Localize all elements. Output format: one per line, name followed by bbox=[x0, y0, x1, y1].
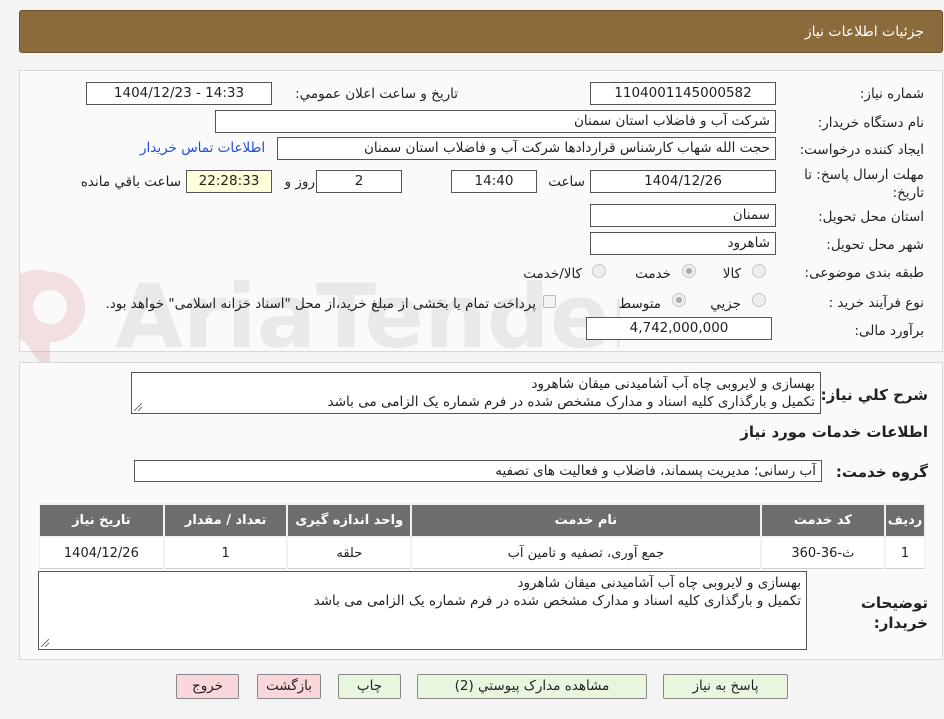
cell-unit: حلقه bbox=[286, 536, 413, 569]
buyer-org-field: شرکت آب و فاضلاب استان سمنان bbox=[215, 110, 776, 133]
deadline-date-field: 1404/12/26 bbox=[590, 170, 776, 193]
announce-datetime-field: 1404/12/23 - 14:33 bbox=[86, 82, 272, 105]
requester-field: حجت الله شهاب کارشناس قراردادها شرکت آب … bbox=[277, 137, 776, 160]
summary-textarea[interactable]: بهسازی و لایروبی چاه آب آشامیدنی میقان ش… bbox=[131, 372, 821, 414]
service-group-field: آب رسانی؛ مدیریت پسماند، فاضلاب و فعالیت… bbox=[134, 460, 822, 482]
cell-quantity: 1 bbox=[162, 536, 289, 569]
resize-grip-icon[interactable] bbox=[134, 403, 142, 411]
summary-line-1: بهسازی و لایروبی چاه آب آشامیدنی میقان ش… bbox=[531, 376, 815, 392]
budget-field: 4,742,000,000 bbox=[586, 317, 772, 340]
process-option-medium: متوسط bbox=[618, 296, 661, 312]
page-header: جزئیات اطلاعات نیاز bbox=[19, 10, 943, 53]
table-row: 1 ث-36-360 جمع آوری، تصفیه و تامین آب حل… bbox=[38, 536, 926, 569]
remaining-time-label: ساعت باقي مانده bbox=[80, 174, 181, 190]
service-group-label: گروه خدمت: bbox=[835, 463, 928, 481]
col-service-name: نام خدمت bbox=[410, 503, 762, 538]
col-need-date: تاريخ نياز bbox=[38, 503, 165, 538]
print-button[interactable]: چاپ bbox=[338, 674, 401, 699]
process-option-minor: جزيي bbox=[710, 296, 741, 312]
exit-button[interactable]: خروج bbox=[176, 674, 239, 699]
col-quantity: تعداد / مقدار bbox=[162, 503, 289, 538]
resize-grip-icon[interactable] bbox=[41, 639, 49, 647]
buyer-notes-textarea[interactable]: بهسازی و لایروبی چاه آب آشامیدنی میقان ش… bbox=[38, 571, 807, 650]
treasury-payment-checkbox[interactable] bbox=[543, 295, 556, 308]
cell-service-name: جمع آوری، تصفیه و تامین آب bbox=[410, 536, 762, 569]
deadline-time-field: 14:40 bbox=[451, 170, 537, 193]
page-title: جزئیات اطلاعات نیاز bbox=[804, 24, 924, 40]
buyer-notes-label-text: توضيحات خريدار: bbox=[860, 594, 928, 632]
cell-row: 1 bbox=[884, 536, 926, 569]
reply-button[interactable]: پاسخ به نياز bbox=[663, 674, 788, 699]
remaining-time-field: 22:28:33 bbox=[186, 170, 272, 193]
services-table: رديف کد خدمت نام خدمت واحد اندازه گيری ت… bbox=[38, 503, 926, 569]
summary-label: شرح کلي نياز: bbox=[820, 386, 928, 404]
process-radio-minor[interactable] bbox=[752, 293, 766, 307]
requester-label: ايجاد کننده درخواست: bbox=[799, 142, 924, 158]
category-option-goods-service: کالا/خدمت bbox=[523, 266, 582, 282]
attachments-button[interactable]: مشاهده مدارک پيوستي (2) bbox=[417, 674, 647, 699]
province-label: استان محل تحويل: bbox=[818, 209, 924, 225]
col-service-code: کد خدمت bbox=[759, 503, 887, 538]
category-radio-service[interactable] bbox=[682, 264, 696, 278]
city-label: شهر محل تحويل: bbox=[826, 237, 924, 253]
summary-line-2: تکمیل و بارگذاری کلیه اسناد و مدارک مشخص… bbox=[327, 394, 815, 410]
services-title: اطلاعات خدمات مورد نياز bbox=[740, 423, 928, 441]
announce-label: تاریخ و ساعت اعلان عمومي: bbox=[295, 86, 458, 102]
process-label: نوع فرآيند خريد : bbox=[828, 295, 924, 311]
services-table-header: رديف کد خدمت نام خدمت واحد اندازه گيری ت… bbox=[38, 503, 926, 538]
buyer-notes-label: توضيحات خريدار: bbox=[858, 593, 928, 633]
days-field: 2 bbox=[316, 170, 402, 193]
category-radio-goods-service[interactable] bbox=[592, 264, 606, 278]
col-unit: واحد اندازه گيری bbox=[286, 503, 413, 538]
cell-service-code: ث-36-360 bbox=[759, 536, 887, 569]
category-label: طبقه بندی موضوعی: bbox=[804, 265, 924, 281]
deadline-time-label: ساعت bbox=[548, 174, 585, 190]
buyer-org-label: نام دستگاه خريدار: bbox=[817, 115, 924, 131]
deadline-label: مهلت ارسال پاسخ: تا تاريخ: bbox=[784, 166, 924, 202]
city-field: شاهرود bbox=[590, 232, 776, 255]
back-button[interactable]: بازگشت bbox=[257, 674, 321, 699]
col-row: رديف bbox=[884, 503, 926, 538]
deadline-label-text: مهلت ارسال پاسخ: تا تاريخ: bbox=[804, 167, 924, 201]
need-number-field: 1104001145000582 bbox=[590, 82, 776, 105]
budget-label: برآورد مالی: bbox=[854, 323, 924, 339]
process-radio-medium[interactable] bbox=[672, 293, 686, 307]
buyer-notes-line-2: تکمیل و بارگذاری کلیه اسناد و مدارک مشخص… bbox=[313, 593, 801, 609]
need-number-label: شماره نیاز: bbox=[859, 86, 924, 102]
category-option-service: خدمت bbox=[635, 266, 671, 282]
category-radio-goods[interactable] bbox=[752, 264, 766, 278]
days-label: روز و bbox=[284, 174, 315, 190]
treasury-payment-note: پرداخت تمام يا بخشی از مبلغ خريد،از محل … bbox=[105, 296, 536, 312]
cell-need-date: 1404/12/26 bbox=[38, 536, 165, 569]
category-option-goods: کالا bbox=[722, 266, 741, 282]
province-field: سمنان bbox=[590, 204, 776, 227]
buyer-contact-link[interactable]: اطلاعات تماس خريدار bbox=[140, 140, 265, 156]
buyer-notes-line-1: بهسازی و لایروبی چاه آب آشامیدنی میقان ش… bbox=[517, 575, 801, 591]
